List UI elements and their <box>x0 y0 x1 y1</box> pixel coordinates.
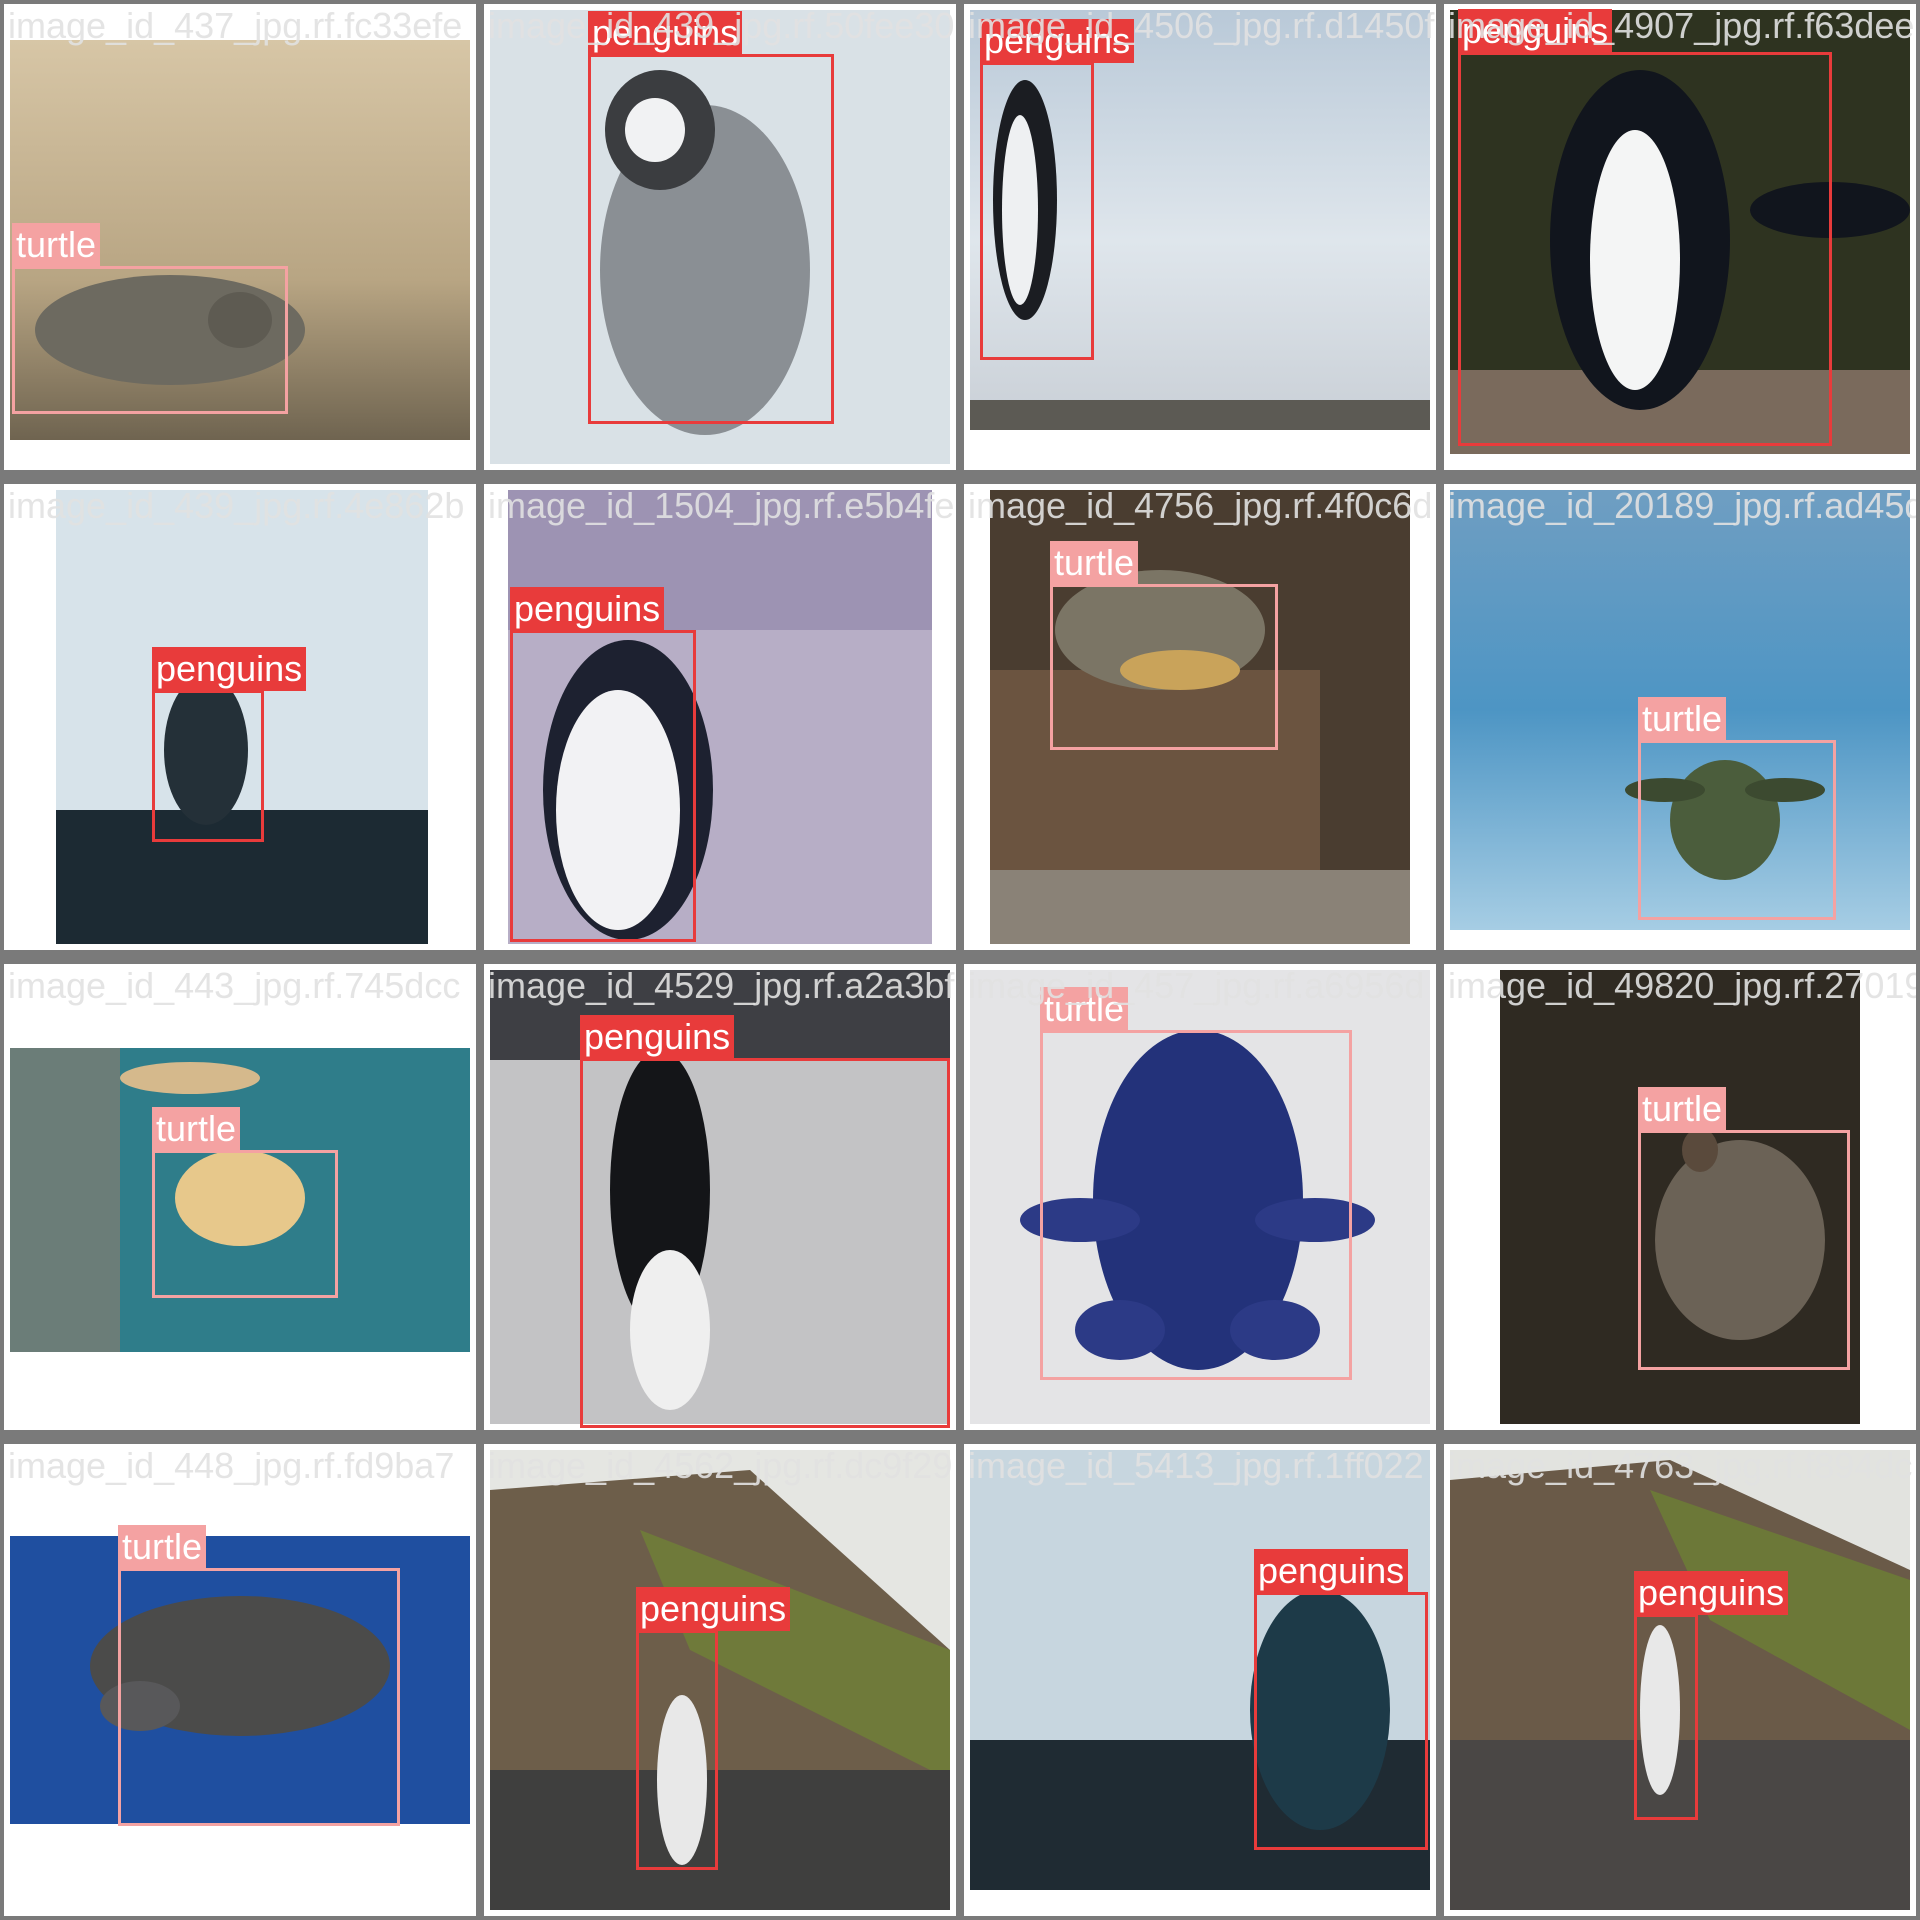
detection-label: penguins <box>152 647 307 691</box>
image-tile: image_id_4506_jpg.rf.d1450f penguins <box>964 4 1436 470</box>
image-tile: image_id_4562_jpg.rf.dc9f29 penguins <box>484 1444 956 1916</box>
image-tile: image_id_5413_jpg.rf.1ff022 penguins <box>964 1444 1436 1916</box>
tile-filename: image_id_4529_jpg.rf.a2a3bf <box>488 965 955 1006</box>
tile-filename: image_id_439_jpg.rf.4e862b <box>8 485 465 526</box>
detection-label: penguins <box>1254 1549 1409 1593</box>
detection-label: turtle <box>12 223 101 267</box>
tile-filename: image_id_1504_jpg.rf.e5b4fe <box>488 485 955 526</box>
detection-box: penguins <box>588 11 834 424</box>
detection-box: penguins <box>636 1587 791 1870</box>
detection-box: penguins <box>510 587 696 942</box>
detection-box: penguins <box>1458 9 1832 446</box>
image-tile: image_id_443_jpg.rf.745dcc turtle <box>4 964 476 1430</box>
image-tile: image_id_448_jpg.rf.fd9ba7 turtle <box>4 1444 476 1916</box>
image-tile: image_id_1504_jpg.rf.e5b4fe penguins <box>484 484 956 950</box>
detection-label: turtle <box>1050 541 1139 585</box>
tile-filename: image_id_439_jpg.rf.50fee30 <box>488 5 955 46</box>
image-tile: image_id_4756_jpg.rf.4f0c6d turtle <box>964 484 1436 950</box>
tile-filename: image_id_20189_jpg.rf.ad45d8 <box>1448 485 1916 526</box>
detection-box: penguins <box>980 19 1135 360</box>
tile-filename: image_id_443_jpg.rf.745dcc <box>8 965 461 1006</box>
detection-box: penguins <box>1254 1549 1428 1850</box>
detection-label: turtle <box>1638 697 1727 741</box>
tile-filename: image_id_4562_jpg.rf.dc9f29 <box>488 1445 953 1486</box>
tile-filename: image_id_5413_jpg.rf.1ff022 <box>968 1445 1424 1486</box>
detection-box: turtle <box>152 1107 338 1298</box>
detection-box: turtle <box>1050 541 1278 750</box>
detection-box: penguins <box>1634 1571 1789 1820</box>
image-tile: image_id_49820_jpg.rf.270197 turtle <box>1444 964 1916 1430</box>
tile-filename: image_id_4756_jpg.rf.4f0c6d <box>968 485 1433 526</box>
tile-filename: image_id_4506_jpg.rf.d1450f <box>968 5 1435 46</box>
image-tile: image_id_4529_jpg.rf.a2a3bf penguins <box>484 964 956 1430</box>
tile-filename: image_id_448_jpg.rf.fd9ba7 <box>8 1445 455 1486</box>
tile-filename: image_id_4907_jpg.rf.f63dee <box>1448 5 1915 46</box>
detection-box: turtle <box>118 1525 400 1826</box>
detection-box: turtle <box>1638 697 1836 920</box>
image-tile: image_id_20189_jpg.rf.ad45d8 turtle <box>1444 484 1916 950</box>
image-tile: image_id_4763_jpg.rf.f894dc penguins <box>1444 1444 1916 1916</box>
detection-box: turtle <box>1638 1087 1850 1370</box>
tile-filename: image_id_4763_jpg.rf.f894dc <box>1448 1445 1913 1486</box>
tile-filename: image_id_49820_jpg.rf.270197 <box>1448 965 1916 1006</box>
detection-label: penguins <box>510 587 665 631</box>
detection-label: turtle <box>152 1107 241 1151</box>
image-tile: image_id_439_jpg.rf.4e862b penguins <box>4 484 476 950</box>
image-tile: image_id_457_jpg.rf.a6956d turtle <box>964 964 1436 1430</box>
detection-box: penguins <box>152 647 307 842</box>
image-tile: image_id_439_jpg.rf.50fee30 penguins <box>484 4 956 470</box>
detection-label: penguins <box>1634 1571 1789 1615</box>
image-tile: image_id_4907_jpg.rf.f63dee penguins <box>1444 4 1916 470</box>
detection-box: penguins <box>580 1015 950 1428</box>
penguin-on-cliff-photo <box>490 1450 950 1910</box>
detection-box: turtle <box>12 223 288 414</box>
detection-label: turtle <box>1638 1087 1727 1131</box>
image-tile: image_id_437_jpg.rf.fc33efe turtle <box>4 4 476 470</box>
tile-filename: image_id_457_jpg.rf.a6956d <box>968 965 1425 1006</box>
tile-filename: image_id_437_jpg.rf.fc33efe <box>8 5 463 46</box>
detection-box: turtle <box>1040 987 1352 1380</box>
detection-label: penguins <box>580 1015 735 1059</box>
detection-label: penguins <box>636 1587 791 1631</box>
detection-label: turtle <box>118 1525 207 1569</box>
